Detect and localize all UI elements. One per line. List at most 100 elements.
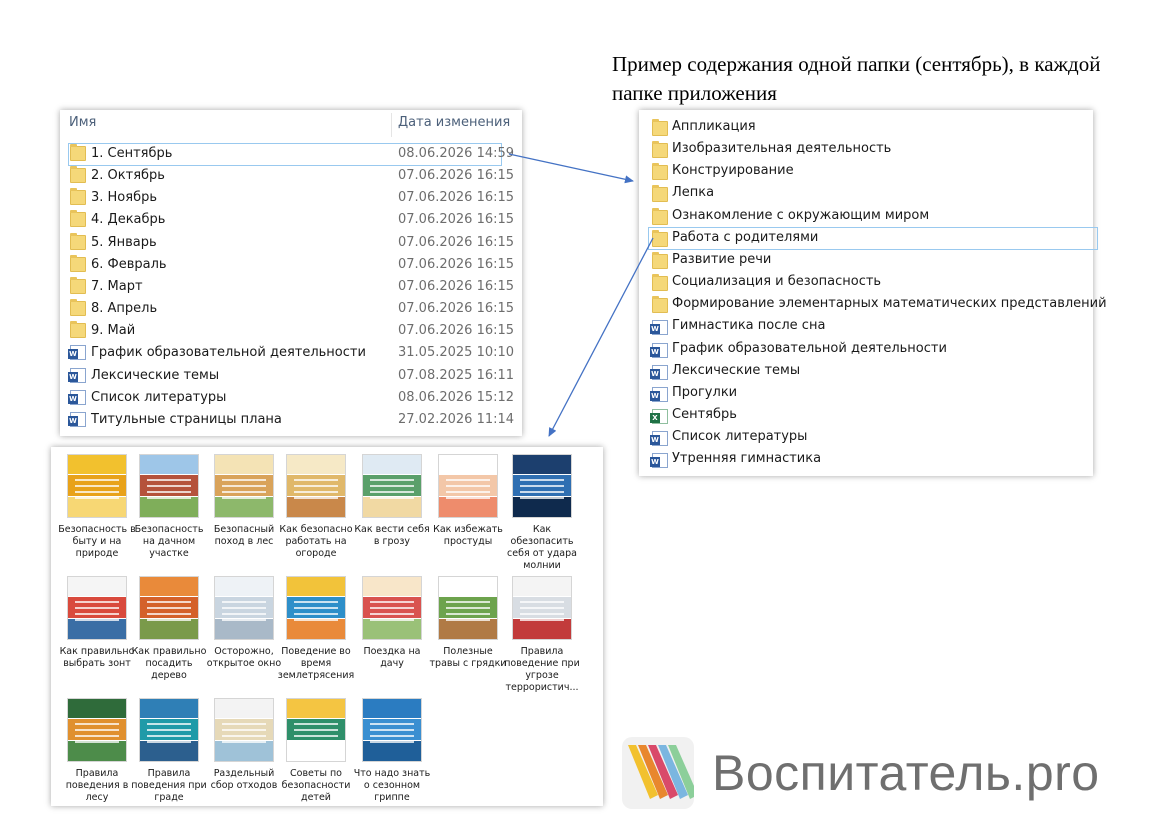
word-doc-icon <box>68 367 86 383</box>
file-row[interactable]: Титульные страницы плана 27.02.2026 11:14 <box>60 409 522 431</box>
image-file-label: Поведение во время землетрясения <box>277 646 355 681</box>
image-file-label: Безопасность на дачном участке <box>134 524 204 559</box>
folder-icon <box>652 251 668 269</box>
file-date: 07.06.2026 16:15 <box>398 278 515 294</box>
file-row[interactable]: 6. Февраль 07.06.2026 16:15 <box>60 254 522 276</box>
image-thumbnail <box>362 576 422 640</box>
image-thumbnail <box>286 454 346 518</box>
file-row[interactable]: Развитие речи <box>639 249 1093 271</box>
file-name: Список литературы <box>672 429 808 445</box>
file-date: 08.06.2026 14:59 <box>398 146 515 161</box>
file-name: График образовательной деятельности <box>91 345 366 361</box>
file-name: Работа с родителями <box>672 229 819 245</box>
file-row[interactable]: График образовательной деятельности 31.05… <box>60 342 522 364</box>
file-row[interactable]: Список литературы <box>639 426 1093 448</box>
file-name: Ознакомление с окружающим миром <box>672 207 930 223</box>
file-row[interactable]: Изобразительная деятельность <box>639 138 1093 160</box>
image-file-label: Как обезопасить себя от удара молнии <box>507 524 577 571</box>
file-row[interactable]: Формирование элементарных математических… <box>639 293 1107 315</box>
file-date: 07.06.2026 16:15 <box>398 212 515 228</box>
column-divider[interactable] <box>391 113 392 137</box>
image-thumbnail <box>286 576 346 640</box>
column-header-date[interactable]: Дата изменения <box>398 115 510 130</box>
folder-icon <box>70 254 86 272</box>
caption-text: Пример содержания одной папки (сентябрь)… <box>612 50 1152 108</box>
word-doc-icon <box>68 389 86 405</box>
image-thumbnail <box>214 698 274 762</box>
file-date: 07.06.2026 16:15 <box>398 190 515 206</box>
logo-text: Воспитатель.pro <box>712 745 1100 801</box>
image-file-label: Как правильно выбрать зонт <box>59 646 135 669</box>
file-name: Развитие речи <box>672 251 772 267</box>
file-date: 07.08.2025 16:11 <box>398 367 515 383</box>
folder-icon <box>652 229 668 247</box>
image-thumbnail <box>67 698 127 762</box>
file-name: 5. Январь <box>91 234 157 250</box>
file-name: 8. Апрель <box>91 301 158 317</box>
file-row[interactable]: Аппликация <box>639 116 1093 138</box>
image-file-label: Что надо знать о сезонном гриппе <box>353 768 431 803</box>
file-row[interactable]: Прогулки <box>639 382 1093 404</box>
image-thumbnail <box>139 454 199 518</box>
file-name: 4. Декабрь <box>91 212 166 228</box>
file-row[interactable]: Конструирование <box>639 160 1093 182</box>
file-row[interactable]: 7. Март 07.06.2026 16:15 <box>60 276 522 298</box>
file-row[interactable]: График образовательной деятельности <box>639 338 1093 360</box>
file-name: 2. Октябрь <box>91 168 165 184</box>
file-explorer-right: Аппликация Изобразительная деятельность Ко… <box>639 110 1107 476</box>
file-row[interactable]: Лепка <box>639 182 1093 204</box>
image-thumbnail <box>438 576 498 640</box>
file-row[interactable]: 5. Январь 07.06.2026 16:15 <box>60 232 522 254</box>
folder-icon <box>652 141 668 159</box>
image-file-label: Правила поведения при граде <box>131 768 207 803</box>
file-name: Аппликация <box>672 119 756 134</box>
file-name: Гимнастика после сна <box>672 318 826 334</box>
file-date: 07.06.2026 16:15 <box>398 256 515 272</box>
image-file-label: Правила поведения в лесу <box>65 768 129 803</box>
file-row[interactable]: 1. Сентябрь 08.06.2026 14:59 <box>60 143 522 166</box>
image-file-label: Как безопасно работать на огороде <box>279 524 353 559</box>
file-name: График образовательной деятельности <box>672 340 947 356</box>
folder-icon <box>70 166 86 184</box>
file-row[interactable]: 8. Апрель 07.06.2026 16:15 <box>60 298 522 320</box>
file-row[interactable]: Работа с родителями <box>639 226 1098 250</box>
file-row[interactable]: Гимнастика после сна <box>639 315 1093 337</box>
file-name: Изобразительная деятельность <box>672 141 892 157</box>
file-row[interactable]: Социализация и безопасность <box>639 271 1093 293</box>
image-file-label: Раздельный сбор отходов <box>210 768 278 791</box>
file-date: 27.02.2026 11:14 <box>398 411 515 427</box>
file-row[interactable]: 2. Октябрь 07.06.2026 16:15 <box>60 165 522 187</box>
file-name: 7. Март <box>91 278 143 294</box>
file-row[interactable]: Сентябрь <box>639 404 1093 426</box>
file-row[interactable]: Утренняя гимнастика <box>639 448 1093 470</box>
file-row[interactable]: 3. Ноябрь 07.06.2026 16:15 <box>60 187 522 209</box>
file-date: 07.06.2026 16:15 <box>398 168 515 184</box>
image-file-label: Безопасность в быту и на природе <box>58 524 136 559</box>
image-thumbnail <box>139 698 199 762</box>
image-file-label: Безопасный поход в лес <box>213 524 275 547</box>
file-name: Лепка <box>672 185 715 201</box>
file-date: 08.06.2026 15:12 <box>398 389 515 405</box>
folder-icon <box>652 119 668 136</box>
folder-icon <box>70 188 86 206</box>
image-thumbnail <box>438 454 498 518</box>
file-row[interactable]: Ознакомление с окружающим миром <box>639 205 1093 227</box>
file-row[interactable]: Список литературы 08.06.2026 15:12 <box>60 387 522 409</box>
folder-icon <box>652 207 668 225</box>
folder-icon <box>652 185 668 203</box>
column-header-name[interactable]: Имя <box>69 115 96 130</box>
folder-icon <box>652 274 668 292</box>
file-date: 31.05.2025 10:10 <box>398 345 515 361</box>
word-doc-icon <box>68 345 86 361</box>
file-name: Список литературы <box>91 389 227 405</box>
image-thumbnail <box>512 576 572 640</box>
file-row[interactable]: 4. Декабрь 07.06.2026 16:15 <box>60 209 522 231</box>
file-name: Лексические темы <box>672 362 801 378</box>
file-row[interactable]: Лексические темы <box>639 360 1093 382</box>
file-row[interactable]: 9. Май 07.06.2026 16:15 <box>60 320 522 342</box>
image-file-label: Осторожно, открытое окно <box>206 646 282 669</box>
word-doc-icon <box>650 320 668 336</box>
excel-doc-icon <box>650 408 668 424</box>
file-date: 07.06.2026 16:15 <box>398 301 515 317</box>
file-row[interactable]: Лексические темы 07.08.2025 16:11 <box>60 365 522 387</box>
